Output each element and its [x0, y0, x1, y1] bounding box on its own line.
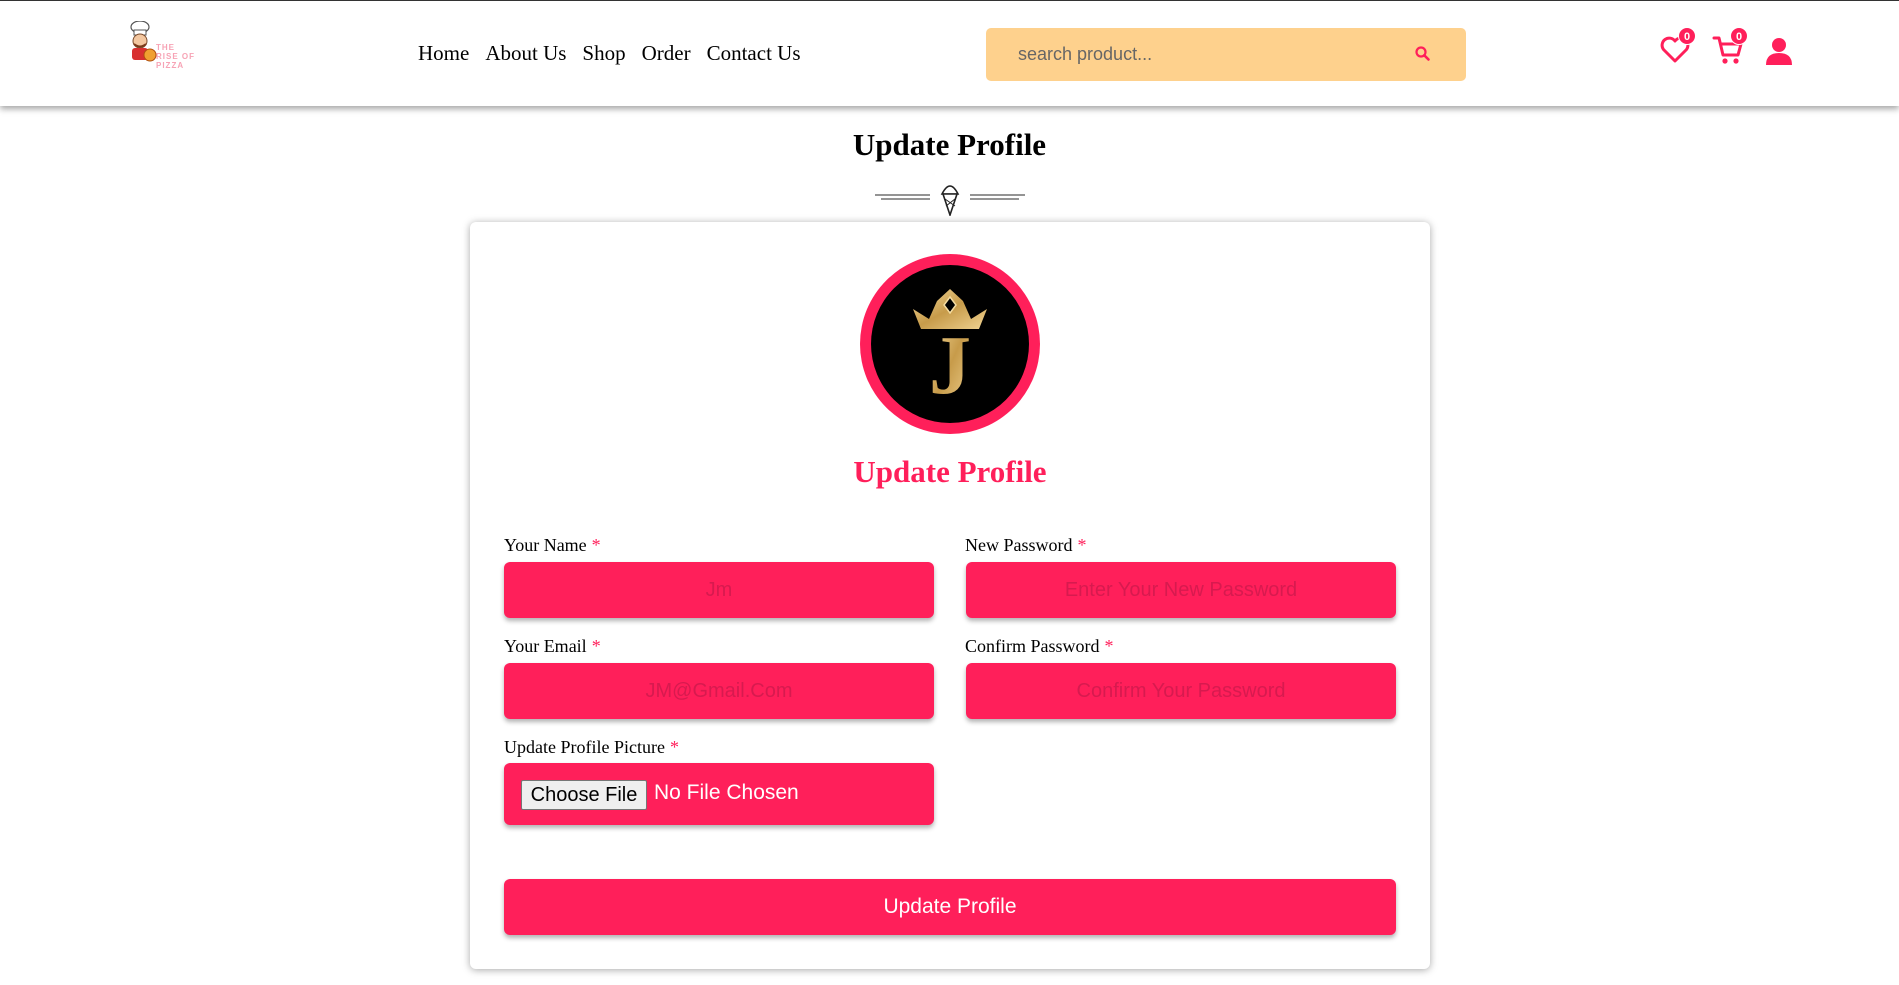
new-password-label-text: New Password	[965, 535, 1073, 555]
cart-button[interactable]: 0	[1712, 27, 1748, 70]
email-label: Your Email *	[504, 636, 601, 657]
wishlist-count-badge: 0	[1678, 27, 1696, 45]
nav-home[interactable]: Home	[418, 41, 469, 66]
email-field[interactable]	[504, 663, 934, 719]
avatar: J	[860, 254, 1040, 434]
form-title: Update Profile	[853, 454, 1047, 489]
logo-line-1: THE	[156, 43, 175, 52]
avatar-letter: J	[929, 319, 971, 412]
ice-cream-icon	[940, 185, 960, 216]
main-nav: Home About Us Shop Order Contact Us	[418, 41, 801, 66]
page-title: Update Profile	[852, 127, 1047, 162]
confirm-password-label-text: Confirm Password	[965, 636, 1100, 656]
account-button[interactable]	[1765, 37, 1793, 70]
search-input[interactable]	[986, 28, 1406, 81]
choose-file-button[interactable]: Choose File	[521, 780, 647, 810]
nav-contact-us[interactable]: Contact Us	[707, 41, 801, 66]
site-header: THE RISE OF PIZZA Home About Us Shop Ord…	[0, 0, 1899, 106]
wishlist-button[interactable]: 0	[1660, 27, 1696, 68]
name-field[interactable]	[504, 562, 934, 618]
chef-logo-icon	[130, 20, 157, 62]
profile-picture-input: Choose File No File Chosen	[504, 763, 934, 825]
file-status: No File Chosen	[654, 781, 799, 804]
nav-about-us[interactable]: About Us	[485, 41, 566, 66]
update-profile-card: J Update Profile Your Name* New Password…	[470, 222, 1430, 969]
site-logo[interactable]: THE RISE OF PIZZA	[124, 20, 214, 70]
search-bar	[986, 28, 1466, 81]
new-password-label: New Password *	[965, 535, 1087, 556]
title-divider	[875, 185, 1025, 216]
confirm-password-field[interactable]	[966, 663, 1396, 719]
new-password-field[interactable]	[966, 562, 1396, 618]
required-mark: *	[591, 636, 601, 656]
nav-shop[interactable]: Shop	[582, 41, 625, 66]
cart-count-badge: 0	[1730, 27, 1748, 45]
required-mark: *	[1104, 636, 1114, 656]
required-mark: *	[591, 535, 601, 555]
search-icon[interactable]	[1414, 45, 1432, 63]
required-mark: *	[669, 737, 679, 757]
user-icon	[1766, 38, 1792, 65]
update-profile-button[interactable]: Update Profile	[504, 879, 1396, 935]
required-mark: *	[1077, 535, 1087, 555]
crown-logo: J	[913, 289, 987, 412]
email-label-text: Your Email	[504, 636, 587, 656]
picture-label-text: Update Profile Picture	[504, 737, 665, 757]
name-label: Your Name *	[504, 535, 601, 556]
logo-line-2: RISE OF PIZZA	[156, 52, 196, 70]
confirm-password-label: Confirm Password *	[965, 636, 1114, 657]
name-label-text: Your Name	[504, 535, 587, 555]
nav-order[interactable]: Order	[642, 41, 691, 66]
picture-label: Update Profile Picture *	[504, 737, 679, 758]
avatar-image: J	[871, 265, 1029, 423]
logo-text: THE RISE OF PIZZA	[156, 43, 214, 70]
